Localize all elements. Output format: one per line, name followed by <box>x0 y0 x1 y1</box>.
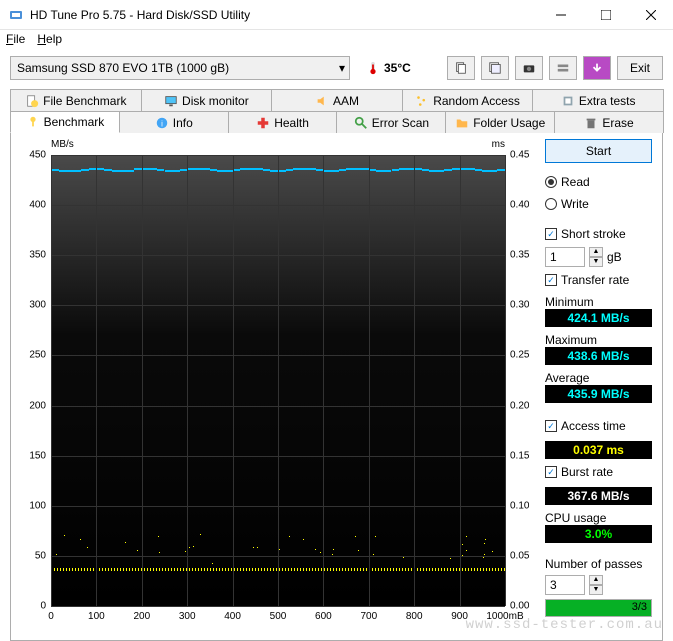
start-button[interactable]: Start <box>545 139 652 163</box>
minimize-button[interactable] <box>538 0 583 30</box>
burst-rate-check[interactable]: ✓Burst rate <box>545 463 652 481</box>
maximize-button[interactable] <box>583 0 628 30</box>
speaker-icon <box>315 94 329 108</box>
spin-down[interactable]: ▼ <box>589 257 603 267</box>
access-time-value: 0.037 ms <box>545 441 652 459</box>
temperature-readout: 35°C <box>366 61 411 75</box>
passes-input[interactable] <box>545 575 585 595</box>
exit-button[interactable]: Exit <box>617 56 663 80</box>
titlebar: HD Tune Pro 5.75 - Hard Disk/SSD Utility <box>0 0 673 30</box>
minimum-value: 424.1 MB/s <box>545 309 652 327</box>
benchmark-icon <box>26 115 40 129</box>
health-icon <box>256 116 270 130</box>
passes-progress: 3/3 <box>545 599 652 617</box>
close-button[interactable] <box>628 0 673 30</box>
tab-benchmark[interactable]: Benchmark <box>10 111 120 133</box>
minimum-label: Minimum <box>545 295 652 309</box>
monitor-icon <box>164 94 178 108</box>
toolbar: Samsung SSD 870 EVO 1TB (1000 gB) ▾ 35°C… <box>0 50 673 86</box>
read-radio[interactable]: Read <box>545 173 652 191</box>
tab-disk-monitor[interactable]: Disk monitor <box>141 89 273 111</box>
short-stroke-check[interactable]: ✓Short stroke <box>545 225 652 243</box>
search-icon <box>354 116 368 130</box>
tab-folder-usage[interactable]: Folder Usage <box>445 111 555 133</box>
options-button[interactable] <box>549 56 577 80</box>
benchmark-chart: MB/s ms 050100150200250300350400450 0.00… <box>21 139 537 632</box>
menubar: File Help <box>0 30 673 50</box>
access-time-check[interactable]: ✓Access time <box>545 417 652 435</box>
short-stroke-input[interactable] <box>545 247 585 267</box>
window-title: HD Tune Pro 5.75 - Hard Disk/SSD Utility <box>30 8 538 22</box>
thermometer-icon <box>366 61 380 75</box>
file-benchmark-icon <box>25 94 39 108</box>
tab-file-benchmark[interactable]: File Benchmark <box>10 89 142 111</box>
average-label: Average <box>545 371 652 385</box>
cpu-usage-label: CPU usage <box>545 511 652 525</box>
passes-spin-up[interactable]: ▲ <box>589 575 603 585</box>
extra-tests-icon <box>561 94 575 108</box>
screenshot-button[interactable] <box>515 56 543 80</box>
passes-spin-down[interactable]: ▼ <box>589 585 603 595</box>
plot-area <box>51 155 505 606</box>
maximum-value: 438.6 MB/s <box>545 347 652 365</box>
write-radio[interactable]: Write <box>545 195 652 213</box>
tab-health[interactable]: Health <box>228 111 338 133</box>
y-axis-right: 0.000.050.100.150.200.250.300.350.400.45 <box>507 155 537 606</box>
spin-up[interactable]: ▲ <box>589 247 603 257</box>
average-value: 435.9 MB/s <box>545 385 652 403</box>
app-icon <box>8 7 24 23</box>
chevron-down-icon: ▾ <box>339 61 345 75</box>
trash-icon <box>584 116 598 130</box>
copy-screenshot-button[interactable] <box>481 56 509 80</box>
side-panel: Start Read Write ✓Short stroke ▲▼ gB ✓Tr… <box>537 139 652 632</box>
tab-info[interactable]: iInfo <box>119 111 229 133</box>
tab-aam[interactable]: AAM <box>271 89 403 111</box>
tab-row-bottom: Benchmark iInfo Health Error Scan Folder… <box>10 110 663 132</box>
tab-erase[interactable]: Erase <box>554 111 664 133</box>
maximum-label: Maximum <box>545 333 652 347</box>
cpu-usage-value: 3.0% <box>545 525 652 543</box>
y-axis-left: 050100150200250300350400450 <box>21 155 49 606</box>
save-button[interactable] <box>583 56 611 80</box>
tab-error-scan[interactable]: Error Scan <box>336 111 446 133</box>
drive-select-label: Samsung SSD 870 EVO 1TB (1000 gB) <box>17 61 229 75</box>
info-icon: i <box>155 116 169 130</box>
menu-file[interactable]: File <box>6 32 25 48</box>
folder-icon <box>455 116 469 130</box>
burst-rate-value: 367.6 MB/s <box>545 487 652 505</box>
tab-row-top: File Benchmark Disk monitor AAM Random A… <box>10 88 663 111</box>
drive-select[interactable]: Samsung SSD 870 EVO 1TB (1000 gB) ▾ <box>10 56 350 80</box>
tab-random-access[interactable]: Random Access <box>402 89 534 111</box>
tab-extra-tests[interactable]: Extra tests <box>532 89 664 111</box>
random-icon <box>415 94 429 108</box>
y-right-unit: ms <box>492 139 505 150</box>
copy-info-button[interactable] <box>447 56 475 80</box>
y-left-unit: MB/s <box>51 139 74 150</box>
menu-help[interactable]: Help <box>37 32 62 48</box>
svg-text:i: i <box>161 119 163 128</box>
passes-label: Number of passes <box>545 557 652 571</box>
transfer-rate-check[interactable]: ✓Transfer rate <box>545 271 652 289</box>
